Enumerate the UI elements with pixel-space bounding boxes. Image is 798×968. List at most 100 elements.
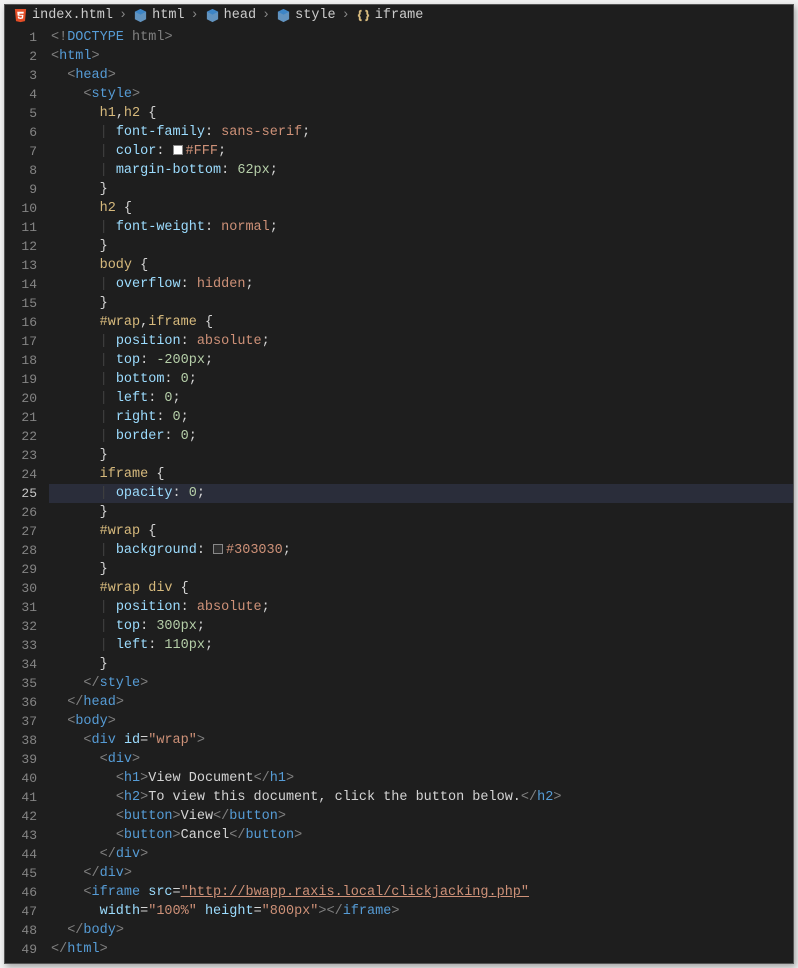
line-number: 46 [5,883,37,902]
code-line[interactable]: <style> [49,85,793,104]
code-line[interactable]: | bottom: 0; [49,370,793,389]
line-number: 15 [5,294,37,313]
line-number: 38 [5,731,37,750]
breadcrumb-separator-icon: › [117,8,129,23]
code-line[interactable]: | left: 0; [49,389,793,408]
breadcrumb-item[interactable]: style [276,8,336,23]
line-number: 32 [5,617,37,636]
code-line[interactable]: <iframe src="http://bwapp.raxis.local/cl… [49,883,793,902]
line-number: 21 [5,408,37,427]
line-number: 23 [5,446,37,465]
line-number: 13 [5,256,37,275]
line-number: 24 [5,465,37,484]
code-line[interactable]: | border: 0; [49,427,793,446]
line-number: 30 [5,579,37,598]
color-swatch-icon [173,145,183,155]
code-line[interactable]: <div> [49,750,793,769]
code-line[interactable]: <button>Cancel</button> [49,826,793,845]
line-number-gutter: 1234567891011121314151617181920212223242… [5,26,49,963]
code-line[interactable]: </head> [49,693,793,712]
line-number: 28 [5,541,37,560]
symbol-cube-icon [133,8,148,23]
code-line[interactable]: | position: absolute; [49,598,793,617]
breadcrumb-item[interactable]: html [133,8,184,23]
line-number: 22 [5,427,37,446]
code-line[interactable]: | font-weight: normal; [49,218,793,237]
code-line[interactable]: <!DOCTYPE html> [49,28,793,47]
code-line[interactable]: </div> [49,864,793,883]
code-line[interactable]: <h2>To view this document, click the but… [49,788,793,807]
line-number: 6 [5,123,37,142]
line-number: 49 [5,940,37,959]
line-number: 3 [5,66,37,85]
line-number: 5 [5,104,37,123]
code-area[interactable]: 1234567891011121314151617181920212223242… [5,26,793,963]
code-line[interactable]: </html> [49,940,793,959]
code-line[interactable]: <html> [49,47,793,66]
code-line[interactable]: width="100%" height="800px"></iframe> [49,902,793,921]
code-line[interactable]: body { [49,256,793,275]
code-line[interactable]: | top: 300px; [49,617,793,636]
line-number: 37 [5,712,37,731]
breadcrumb-item[interactable]: index.html [13,8,113,23]
code-line[interactable]: | margin-bottom: 62px; [49,161,793,180]
code-line[interactable]: | left: 110px; [49,636,793,655]
code-line[interactable]: } [49,655,793,674]
code-line[interactable]: </div> [49,845,793,864]
line-number: 1 [5,28,37,47]
code-line[interactable]: iframe { [49,465,793,484]
line-number: 40 [5,769,37,788]
symbol-cube-icon [276,8,291,23]
line-number: 41 [5,788,37,807]
code-line[interactable]: | opacity: 0; [49,484,793,503]
code-line[interactable]: <head> [49,66,793,85]
line-number: 45 [5,864,37,883]
code-line[interactable]: #wrap,iframe { [49,313,793,332]
symbol-cube-icon [205,8,220,23]
code-line[interactable]: h2 { [49,199,793,218]
breadcrumb-label: head [224,8,256,23]
code-line[interactable]: } [49,180,793,199]
line-number: 18 [5,351,37,370]
code-line[interactable]: </style> [49,674,793,693]
symbol-brace-icon [356,8,371,23]
code-line[interactable]: h1,h2 { [49,104,793,123]
code-line[interactable]: | color: #FFF; [49,142,793,161]
line-number: 16 [5,313,37,332]
code-editor: index.html›html›head›style›iframe 123456… [4,4,794,964]
code-line[interactable]: | font-family: sans-serif; [49,123,793,142]
breadcrumb-separator-icon: › [260,8,272,23]
line-number: 42 [5,807,37,826]
code-line[interactable]: } [49,294,793,313]
line-number: 39 [5,750,37,769]
code-line[interactable]: #wrap { [49,522,793,541]
line-number: 10 [5,199,37,218]
line-number: 11 [5,218,37,237]
code-line[interactable]: <div id="wrap"> [49,731,793,750]
line-number: 19 [5,370,37,389]
breadcrumb-label: style [295,8,336,23]
line-number: 12 [5,237,37,256]
line-number: 33 [5,636,37,655]
breadcrumb-label: html [152,8,184,23]
code-line[interactable]: | top: -200px; [49,351,793,370]
breadcrumb-item[interactable]: head [205,8,256,23]
breadcrumb-item[interactable]: iframe [356,8,424,23]
code-line[interactable]: | overflow: hidden; [49,275,793,294]
code-line[interactable]: | position: absolute; [49,332,793,351]
line-number: 27 [5,522,37,541]
code-line[interactable]: } [49,237,793,256]
breadcrumb-separator-icon: › [189,8,201,23]
code-line[interactable]: | background: #303030; [49,541,793,560]
code-line[interactable]: #wrap div { [49,579,793,598]
code-line[interactable]: </body> [49,921,793,940]
code-line[interactable]: <h1>View Document</h1> [49,769,793,788]
line-number: 35 [5,674,37,693]
code-line[interactable]: <body> [49,712,793,731]
code-line[interactable]: | right: 0; [49,408,793,427]
code-line[interactable]: } [49,560,793,579]
code-line[interactable]: <button>View</button> [49,807,793,826]
code-content[interactable]: <!DOCTYPE html><html> <head> <style> h1,… [49,26,793,963]
code-line[interactable]: } [49,503,793,522]
code-line[interactable]: } [49,446,793,465]
